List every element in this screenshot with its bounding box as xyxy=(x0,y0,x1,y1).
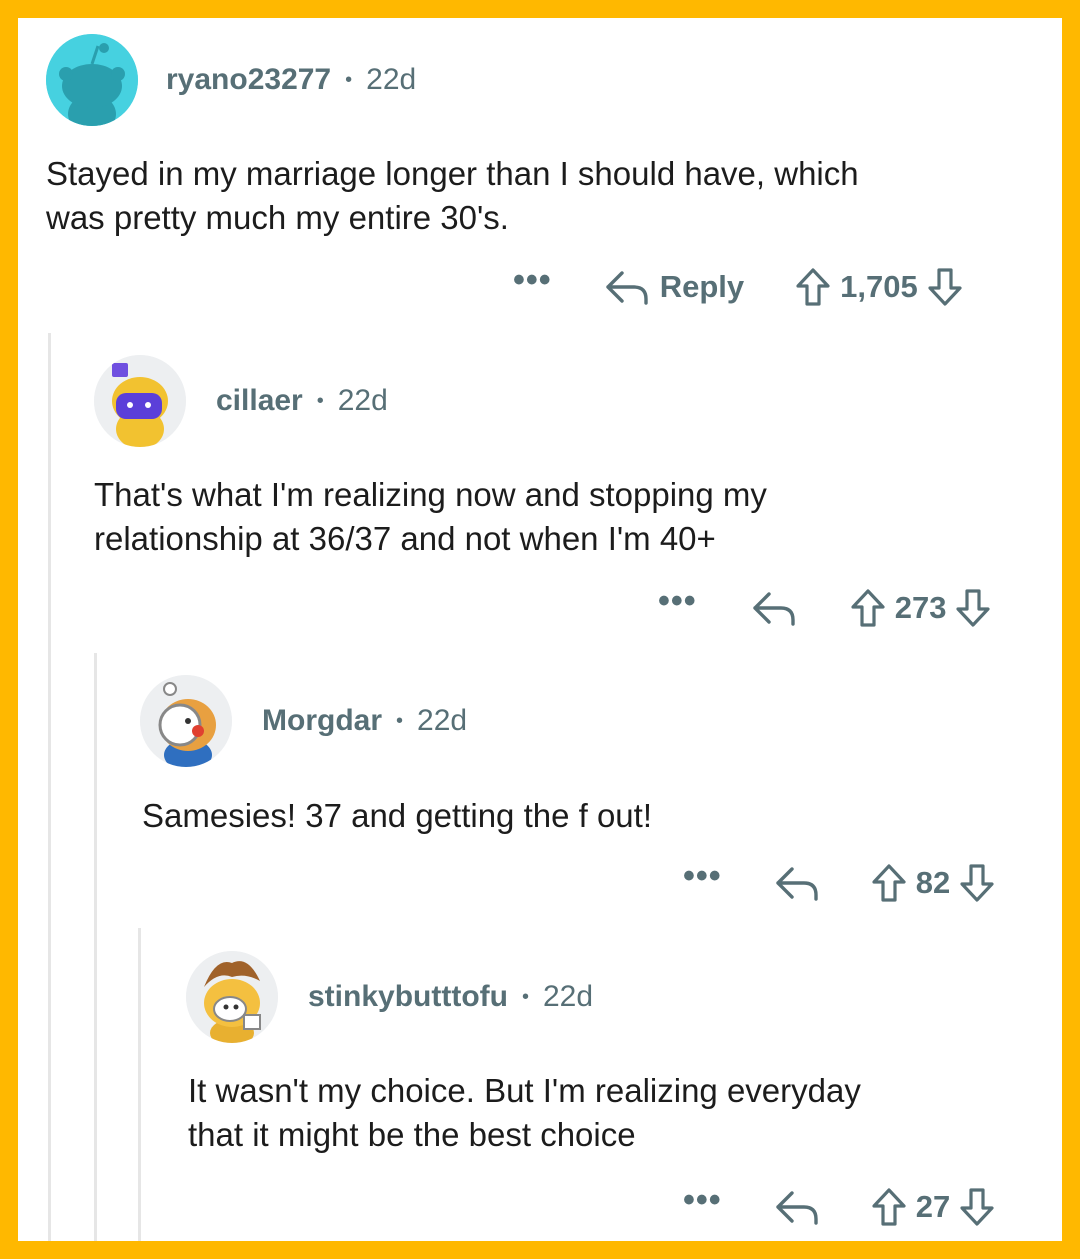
comment-body: Samesies! 37 and getting the f out! xyxy=(142,797,653,834)
meta-separator: • xyxy=(521,985,529,1008)
vote-controls: 1,705 xyxy=(794,266,964,308)
upvote-arrow-icon[interactable] xyxy=(870,1186,908,1228)
comment-thread-card: ryano23277 • 22d Stayed in my marriage l… xyxy=(18,18,1062,1241)
comment-header: Morgdar • 22d xyxy=(140,675,467,767)
vote-score: 27 xyxy=(915,1189,951,1224)
avatar[interactable] xyxy=(94,355,186,447)
comment-body: It wasn't my choice. But I'm realizing e… xyxy=(188,1072,861,1153)
vote-score: 82 xyxy=(915,865,951,900)
overflow-menu-icon[interactable]: ••• xyxy=(658,584,697,618)
reply-button[interactable] xyxy=(774,863,820,903)
username[interactable]: ryano23277 xyxy=(166,63,331,97)
downvote-arrow-icon[interactable] xyxy=(958,1186,996,1228)
snoo-avatar-icon xyxy=(94,355,186,447)
reply-arrow-icon xyxy=(776,1191,818,1225)
comment-header: cillaer • 22d xyxy=(94,355,388,447)
comment-header: stinkybutttofu • 22d xyxy=(186,951,593,1043)
comment-age: 22d xyxy=(366,63,417,96)
avatar[interactable] xyxy=(46,34,138,126)
reply-button[interactable] xyxy=(751,588,797,628)
meta-separator: • xyxy=(345,68,353,91)
reply-arrow-icon xyxy=(606,271,648,305)
downvote-arrow-icon[interactable] xyxy=(954,587,992,629)
downvote-arrow-icon[interactable] xyxy=(958,862,996,904)
comment-body: That's what I'm realizing now and stoppi… xyxy=(94,476,767,557)
downvote-arrow-icon[interactable] xyxy=(926,266,964,308)
username[interactable]: stinkybutttofu xyxy=(308,980,508,1014)
comment-header: ryano23277 • 22d xyxy=(46,34,416,126)
upvote-arrow-icon[interactable] xyxy=(794,266,832,308)
avatar[interactable] xyxy=(140,675,232,767)
thread-line-level-3[interactable] xyxy=(138,928,141,1241)
reply-arrow-icon xyxy=(776,867,818,901)
comment-actions: ••• Reply 1,705 xyxy=(513,262,964,312)
overflow-menu-icon[interactable]: ••• xyxy=(683,1183,722,1217)
vote-controls: 82 xyxy=(870,862,996,904)
reply-arrow-icon xyxy=(753,592,795,626)
comment-actions: ••• 82 xyxy=(683,858,996,908)
snoo-avatar-icon xyxy=(46,34,138,126)
meta-separator: • xyxy=(316,389,324,412)
overflow-menu-icon[interactable]: ••• xyxy=(683,859,722,893)
upvote-arrow-icon[interactable] xyxy=(870,862,908,904)
username[interactable]: Morgdar xyxy=(262,704,382,738)
comment-age: 22d xyxy=(542,980,594,1013)
thread-line-level-2[interactable] xyxy=(94,653,97,1241)
reply-button[interactable]: Reply xyxy=(604,267,744,307)
comment-age: 22d xyxy=(337,384,388,417)
upvote-arrow-icon[interactable] xyxy=(849,587,887,629)
vote-score: 1,705 xyxy=(840,269,918,304)
snoo-avatar-icon xyxy=(140,675,232,767)
comment-body: Stayed in my marriage longer than I shou… xyxy=(46,155,859,236)
username[interactable]: cillaer xyxy=(216,384,303,418)
avatar[interactable] xyxy=(186,951,278,1043)
comment-actions: ••• 27 xyxy=(683,1182,996,1232)
snoo-avatar-icon xyxy=(186,951,278,1043)
vote-controls: 273 xyxy=(849,587,993,629)
reply-button[interactable] xyxy=(774,1187,820,1227)
vote-controls: 27 xyxy=(870,1186,996,1228)
comment-age: 22d xyxy=(417,704,468,737)
vote-score: 273 xyxy=(894,590,947,625)
meta-separator: • xyxy=(396,709,404,732)
comment-actions: ••• 273 xyxy=(658,583,992,633)
thread-line-level-1[interactable] xyxy=(48,333,51,1241)
reply-label: Reply xyxy=(659,269,745,304)
overflow-menu-icon[interactable]: ••• xyxy=(513,263,552,297)
